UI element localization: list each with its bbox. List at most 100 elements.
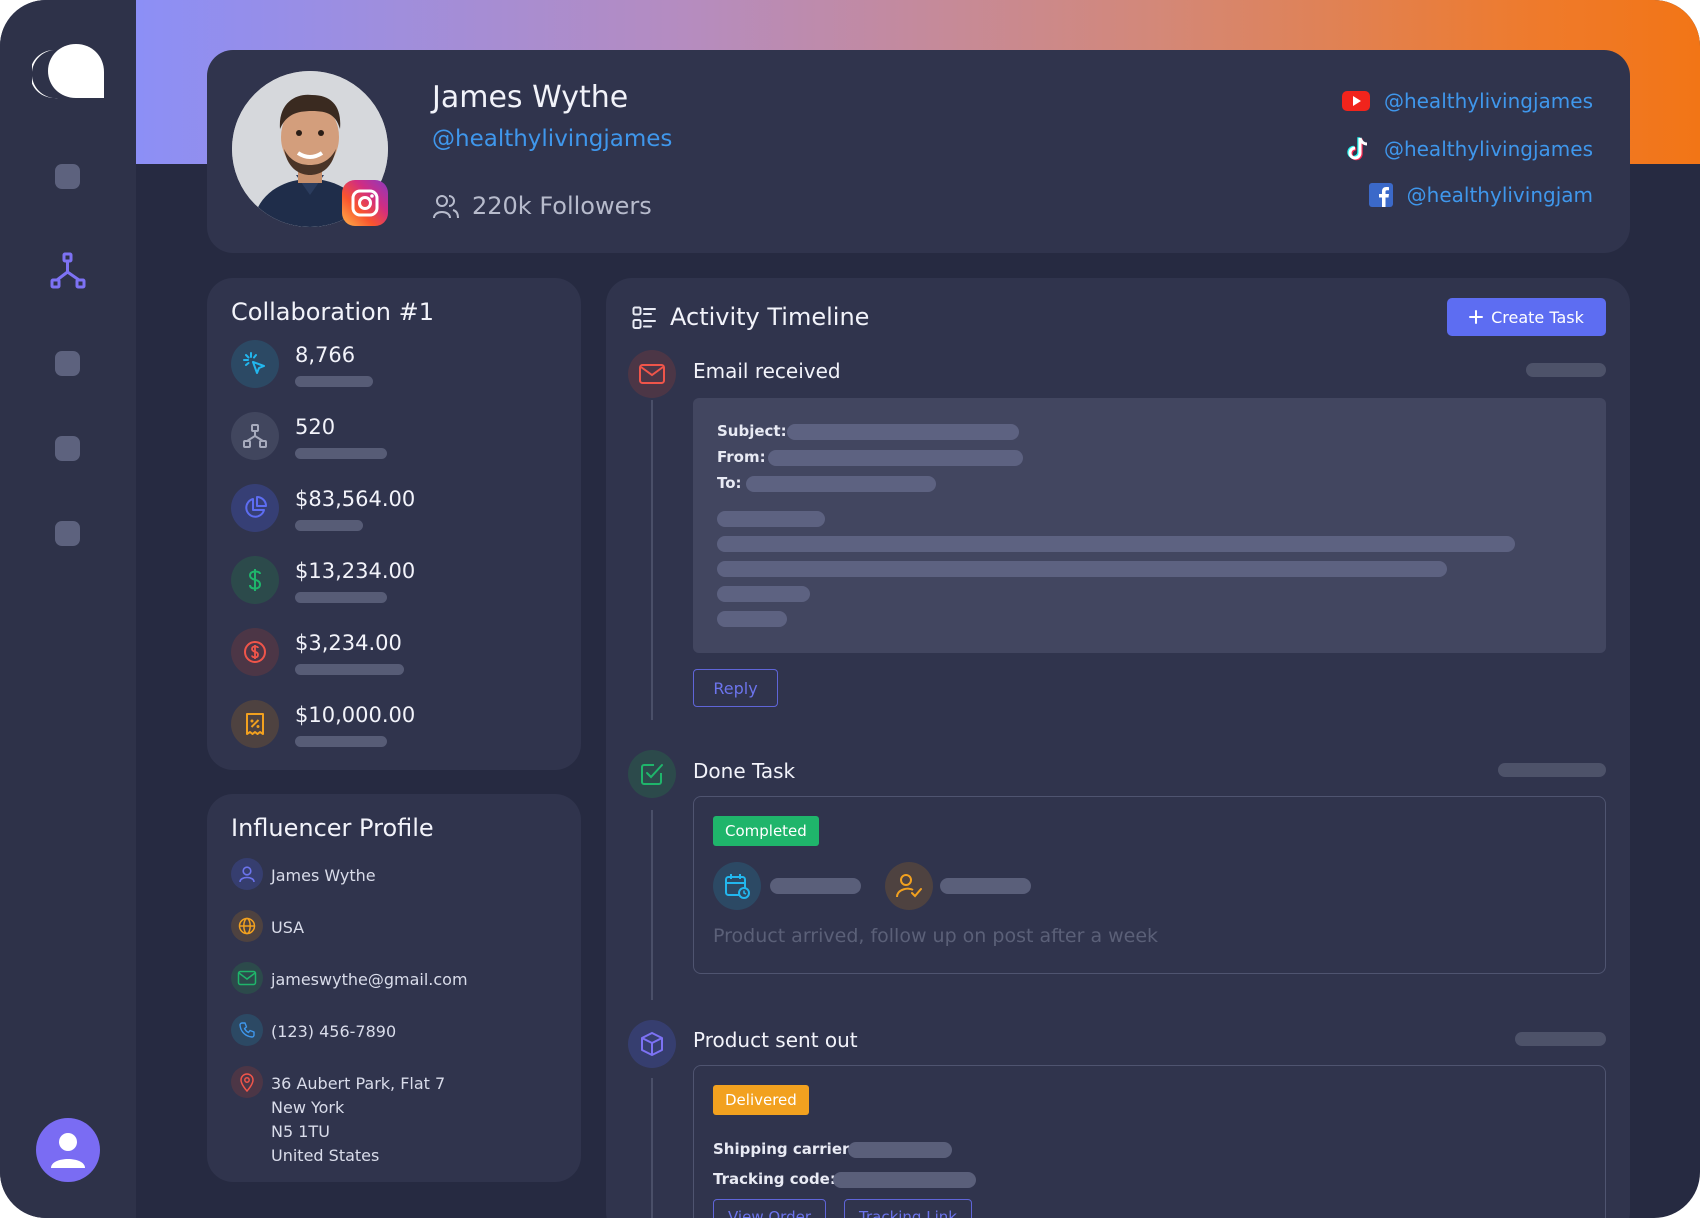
stat-value: $83,564.00 [295, 487, 416, 511]
stat-clicks: 8,766 [231, 340, 373, 388]
instagram-icon[interactable] [342, 180, 388, 226]
chat-logo-icon [32, 44, 104, 99]
influencer-email[interactable]: jameswythe@gmail.com [271, 968, 468, 992]
subject-placeholder [787, 424, 1019, 440]
network-icon [231, 412, 279, 460]
assignee-placeholder [940, 878, 1031, 894]
stat-placeholder-bar [295, 736, 387, 747]
profile-card: James Wythe @healthylivingjames 220k Fol… [207, 50, 1630, 253]
influencer-name: James Wythe [271, 866, 376, 885]
carrier-placeholder [848, 1142, 952, 1158]
social-tiktok[interactable]: @healthylivingjames [1346, 136, 1593, 162]
influencer-country-row: USA [231, 910, 304, 942]
profile-name: James Wythe [432, 80, 629, 115]
followers-count: 220k Followers [432, 192, 652, 220]
app-window: James Wythe @healthylivingjames 220k Fol… [0, 0, 1700, 1218]
timeline-connector [651, 810, 653, 1000]
create-task-button[interactable]: Create Task [1447, 298, 1606, 336]
shipping-carrier-label: Shipping carrier: [713, 1140, 856, 1158]
receipt-icon [231, 700, 279, 748]
nav-item-1[interactable] [55, 164, 80, 189]
social-youtube[interactable]: @healthylivingjames [1341, 89, 1593, 113]
done-task-note: Product arrived, follow up on post after… [713, 925, 1159, 947]
to-label: To: [717, 474, 742, 492]
users-icon [433, 195, 459, 219]
nav-network-icon[interactable] [50, 252, 86, 290]
stat-earnings: $13,234.00 [231, 556, 415, 604]
event-time-placeholder [1498, 763, 1606, 777]
cursor-click-icon [231, 340, 279, 388]
influencer-title: Influencer Profile [231, 814, 434, 842]
stat-cost: $3,234.00 [231, 628, 404, 676]
tracking-placeholder [833, 1172, 976, 1188]
influencer-name-row: James Wythe [231, 858, 376, 890]
done-task-box: Completed Product arrived, follow up on [693, 796, 1606, 974]
stat-placeholder-bar [295, 376, 373, 387]
influencer-profile-card: Influencer Profile James Wythe USA james… [207, 794, 581, 1182]
stat-placeholder-bar [295, 664, 404, 675]
dollar-circle-icon [231, 628, 279, 676]
timeline-check-icon [628, 750, 676, 798]
date-placeholder [770, 878, 861, 894]
location-pin-icon [231, 1066, 263, 1098]
body-line-placeholder [717, 511, 825, 527]
profile-handle-link[interactable]: @healthylivingjames [432, 126, 672, 152]
youtube-handle[interactable]: @healthylivingjames [1384, 89, 1593, 113]
influencer-phone-row: (123) 456-7890 [231, 1014, 396, 1046]
stat-value: 8,766 [295, 343, 356, 367]
calendar-clock-icon [713, 862, 761, 910]
delivered-badge: Delivered [713, 1085, 809, 1115]
dollar-icon [231, 556, 279, 604]
nav-item-4[interactable] [55, 436, 80, 461]
stat-value: $10,000.00 [295, 703, 416, 727]
user-check-icon [885, 862, 933, 910]
from-placeholder [768, 450, 1023, 466]
stat-value: 520 [295, 415, 336, 439]
stat-placeholder-bar [295, 592, 387, 603]
body-line-placeholder [717, 611, 787, 627]
stat-placeholder-bar [295, 520, 363, 531]
address-line-3: N5 1TU [271, 1122, 330, 1141]
collaboration-title: Collaboration #1 [231, 298, 434, 326]
facebook-handle[interactable]: @healthylivingjam [1407, 183, 1593, 207]
mail-icon [231, 962, 263, 994]
body-line-placeholder [717, 561, 1447, 577]
influencer-address: 36 Aubert Park, Flat 7 New York N5 1TU U… [271, 1072, 445, 1168]
stat-network: 520 [231, 412, 387, 460]
reply-button[interactable]: Reply [693, 669, 778, 707]
completed-badge: Completed [713, 816, 819, 846]
youtube-icon [1341, 91, 1370, 111]
email-preview[interactable]: Subject: From: To: [693, 398, 1606, 653]
event-done-title: Done Task [693, 759, 796, 783]
body-line-placeholder [717, 586, 810, 602]
collaboration-card: Collaboration #1 8,766 520 $83,564.00 $1… [207, 278, 581, 770]
timeline-title: Activity Timeline [670, 303, 870, 331]
tiktok-handle[interactable]: @healthylivingjames [1384, 137, 1593, 161]
product-sent-box: Delivered Shipping carrier: Tracking cod… [693, 1065, 1606, 1218]
event-email-title: Email received [693, 359, 841, 383]
sidebar [0, 0, 136, 1218]
view-order-button[interactable]: View Order [713, 1199, 826, 1218]
tracking-code-label: Tracking code: [713, 1170, 836, 1188]
stat-value: $3,234.00 [295, 631, 402, 655]
stat-revenue: $83,564.00 [231, 484, 415, 532]
timeline-list-icon [632, 306, 656, 329]
body-line-placeholder [717, 536, 1515, 552]
social-facebook[interactable]: @healthylivingjam [1368, 183, 1593, 207]
address-line-4: United States [271, 1146, 380, 1165]
nav-item-5[interactable] [55, 521, 80, 546]
person-icon [231, 858, 263, 890]
stat-value: $13,234.00 [295, 559, 416, 583]
user-avatar-button[interactable] [36, 1118, 100, 1182]
timeline-mail-icon [628, 350, 676, 398]
influencer-address-row: 36 Aubert Park, Flat 7 New York N5 1TU U… [231, 1066, 445, 1168]
tracking-link-button[interactable]: Tracking Link [844, 1199, 972, 1218]
tiktok-icon [1347, 137, 1368, 161]
pie-chart-icon [231, 484, 279, 532]
activity-timeline-card: Activity Timeline Create Task Email rece… [606, 278, 1630, 1218]
nav-item-3[interactable] [55, 351, 80, 376]
event-time-placeholder [1515, 1032, 1606, 1046]
stat-budget: $10,000.00 [231, 700, 415, 748]
influencer-country: USA [271, 918, 305, 937]
timeline-box-icon [628, 1020, 676, 1068]
